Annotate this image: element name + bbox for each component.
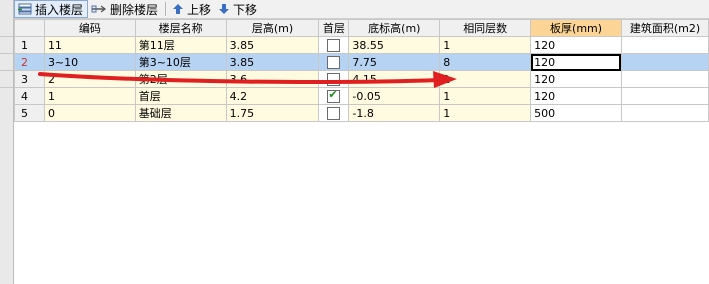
- insert-floor-icon: [18, 3, 32, 15]
- floor-name-cell[interactable]: 第11层: [134, 36, 227, 54]
- row-number: 2: [14, 53, 45, 71]
- base-elevation-cell[interactable]: 7.75: [348, 53, 441, 71]
- row-number: 1: [14, 36, 45, 54]
- code-cell[interactable]: 1: [43, 87, 136, 105]
- same-floors-cell[interactable]: 8: [439, 53, 532, 71]
- floor-area-cell[interactable]: [620, 53, 709, 71]
- column-header-first-floor[interactable]: 首层: [318, 19, 350, 37]
- floor-height-cell[interactable]: 3.85: [225, 53, 320, 71]
- column-header-floor-area[interactable]: 建筑面积(m2): [620, 19, 709, 37]
- slab-thickness-cell[interactable]: 120: [530, 87, 622, 105]
- arrow-down-icon: [219, 4, 230, 14]
- column-header-code[interactable]: 编码: [43, 19, 136, 37]
- first-floor-checkbox[interactable]: [327, 106, 341, 120]
- first-floor-checkbox[interactable]: [327, 72, 341, 86]
- same-floors-cell[interactable]: 1: [439, 70, 532, 88]
- table-row[interactable]: 1 11 第11层 3.85 38.55 1 120: [14, 36, 709, 54]
- first-floor-checkbox[interactable]: [327, 55, 341, 69]
- delete-floor-button[interactable]: 删除楼层: [88, 0, 162, 18]
- code-cell[interactable]: 3~10: [43, 53, 136, 71]
- panel-divider: [0, 70, 13, 71]
- floor-area-cell[interactable]: [620, 70, 709, 88]
- first-floor-checkbox[interactable]: [327, 38, 341, 52]
- move-up-button[interactable]: 上移: [169, 0, 215, 18]
- move-down-label: 下移: [233, 2, 258, 17]
- code-cell[interactable]: 2: [43, 70, 136, 88]
- floor-area-cell[interactable]: [620, 104, 709, 122]
- panel-divider: [0, 53, 13, 54]
- floor-name-cell[interactable]: 首层: [134, 87, 227, 105]
- column-header-slab-thickness[interactable]: 板厚(mm): [530, 19, 622, 37]
- floor-toolbar: 插入楼层 删除楼层 上移 下移: [14, 0, 709, 19]
- same-floors-cell[interactable]: 1: [439, 36, 532, 54]
- left-panel-edge: [0, 0, 14, 284]
- insert-floor-button[interactable]: 插入楼层: [14, 0, 89, 18]
- first-floor-cell[interactable]: [318, 53, 350, 71]
- first-floor-cell[interactable]: [318, 87, 350, 105]
- same-floors-cell[interactable]: 1: [439, 87, 532, 105]
- table-row[interactable]: 5 0 基础层 1.75 -1.8 1 500: [14, 104, 709, 122]
- column-header-base-elevation[interactable]: 底标高(m): [348, 19, 441, 37]
- floor-height-cell[interactable]: 1.75: [225, 104, 320, 122]
- first-floor-cell[interactable]: [318, 70, 350, 88]
- floor-name-cell[interactable]: 基础层: [134, 104, 227, 122]
- floor-area-cell[interactable]: [620, 87, 709, 105]
- floor-name-cell[interactable]: 第2层: [134, 70, 227, 88]
- floor-area-cell[interactable]: [620, 36, 709, 54]
- move-down-button[interactable]: 下移: [215, 0, 261, 18]
- base-elevation-cell[interactable]: 4.15: [348, 70, 441, 88]
- same-floors-cell[interactable]: 1: [439, 104, 532, 122]
- code-cell[interactable]: 0: [43, 104, 136, 122]
- column-header-same-floors[interactable]: 相同层数: [439, 19, 532, 37]
- table-row[interactable]: 3 2 第2层 3.6 4.15 1 120: [14, 70, 709, 88]
- slab-thickness-cell-active[interactable]: 120: [530, 53, 622, 71]
- move-up-label: 上移: [187, 2, 212, 17]
- floor-height-cell[interactable]: 4.2: [225, 87, 320, 105]
- first-floor-checkbox-checked[interactable]: [327, 89, 341, 103]
- first-floor-cell[interactable]: [318, 104, 350, 122]
- base-elevation-cell[interactable]: -0.05: [348, 87, 441, 105]
- floor-height-cell[interactable]: 3.85: [225, 36, 320, 54]
- toolbar-separator: [165, 2, 167, 16]
- slab-thickness-cell[interactable]: 500: [530, 104, 622, 122]
- slab-thickness-cell[interactable]: 120: [530, 36, 622, 54]
- header-row: 编码 楼层名称 层高(m) 首层 底标高(m) 相同层数 板厚(mm) 建筑面积…: [14, 19, 709, 37]
- row-number: 4: [14, 87, 45, 105]
- panel-divider: [0, 87, 13, 88]
- column-header-floor-height[interactable]: 层高(m): [225, 19, 320, 37]
- code-cell[interactable]: 11: [43, 36, 136, 54]
- first-floor-cell[interactable]: [318, 36, 350, 54]
- row-number: 3: [14, 70, 45, 88]
- floor-table: 编码 楼层名称 层高(m) 首层 底标高(m) 相同层数 板厚(mm) 建筑面积…: [14, 19, 709, 122]
- arrow-up-icon: [173, 4, 184, 14]
- floor-height-cell[interactable]: 3.6: [225, 70, 320, 88]
- insert-floor-label: 插入楼层: [35, 2, 84, 17]
- table-row-selected[interactable]: 2 3~10 第3~10层 3.85 7.75 8 120: [14, 53, 709, 71]
- row-number: 5: [14, 104, 45, 122]
- base-elevation-cell[interactable]: 38.55: [348, 36, 441, 54]
- slab-thickness-cell[interactable]: 120: [530, 70, 622, 88]
- delete-floor-icon: [91, 5, 107, 13]
- column-header-floor-name[interactable]: 楼层名称: [134, 19, 227, 37]
- floor-name-cell[interactable]: 第3~10层: [134, 53, 227, 71]
- table-row[interactable]: 4 1 首层 4.2 -0.05 1 120: [14, 87, 709, 105]
- delete-floor-label: 删除楼层: [110, 2, 159, 17]
- base-elevation-cell[interactable]: -1.8: [348, 104, 441, 122]
- panel-divider: [0, 36, 13, 37]
- row-number-header: [14, 19, 45, 37]
